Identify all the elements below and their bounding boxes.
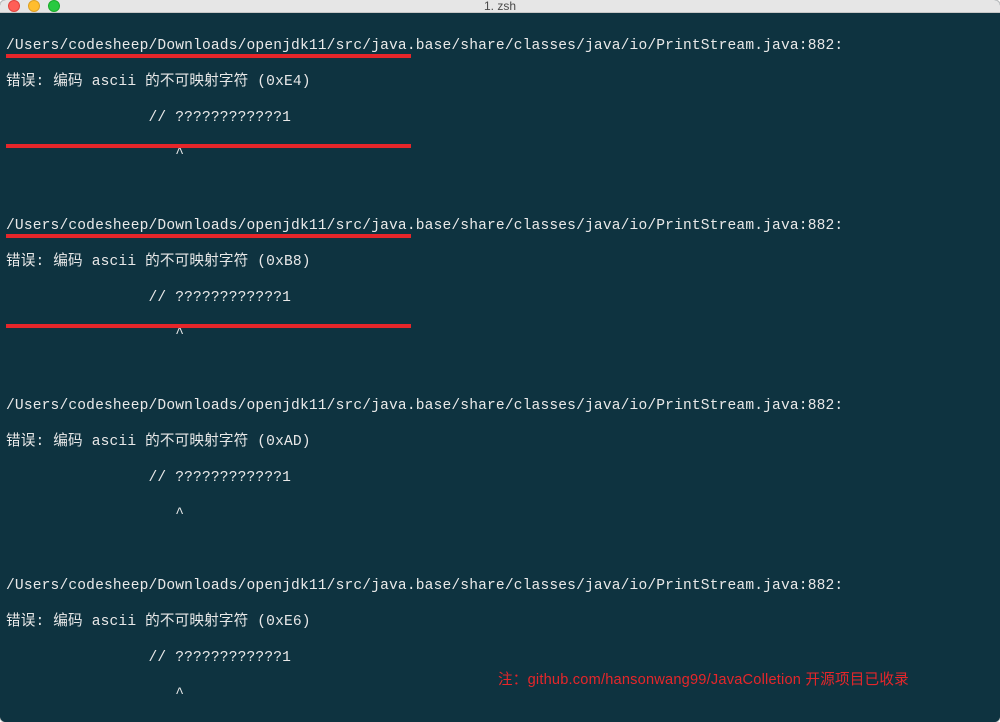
error-underline (6, 234, 411, 238)
minimize-icon[interactable] (28, 0, 40, 12)
code-line: // ????????????1 (6, 289, 994, 307)
path-line: /Users/codesheep/Downloads/openjdk11/src… (6, 397, 994, 415)
code-line: // ????????????1 (6, 469, 994, 487)
path-line: /Users/codesheep/Downloads/openjdk11/src… (6, 217, 994, 235)
error-underline (6, 54, 411, 58)
annotation-note: 注：github.com/hansonwang99/JavaColletion … (498, 671, 909, 689)
error-underline (6, 144, 411, 148)
close-icon[interactable] (8, 0, 20, 12)
window-controls (8, 0, 60, 12)
terminal-output[interactable]: /Users/codesheep/Downloads/openjdk11/src… (0, 13, 1000, 722)
window-title: 1. zsh (0, 0, 1000, 13)
error-line: 错误: 编码 ascii 的不可映射字符 (0xAD) (6, 433, 994, 451)
path-line: /Users/codesheep/Downloads/openjdk11/src… (6, 37, 994, 55)
path-line: /Users/codesheep/Downloads/openjdk11/src… (6, 577, 994, 595)
terminal-window: 1. zsh /Users/codesheep/Downloads/openjd… (0, 0, 1000, 722)
blank-line (6, 541, 994, 559)
error-underline (6, 324, 411, 328)
caret-line: ^ (6, 505, 994, 523)
error-line: 错误: 编码 ascii 的不可映射字符 (0xE4) (6, 73, 994, 91)
error-line: 错误: 编码 ascii 的不可映射字符 (0xB8) (6, 253, 994, 271)
blank-line (6, 181, 994, 199)
zoom-icon[interactable] (48, 0, 60, 12)
blank-line (6, 361, 994, 379)
titlebar: 1. zsh (0, 0, 1000, 13)
code-line: // ????????????1 (6, 649, 994, 667)
code-line: // ????????????1 (6, 109, 994, 127)
error-line: 错误: 编码 ascii 的不可映射字符 (0xE6) (6, 613, 994, 631)
